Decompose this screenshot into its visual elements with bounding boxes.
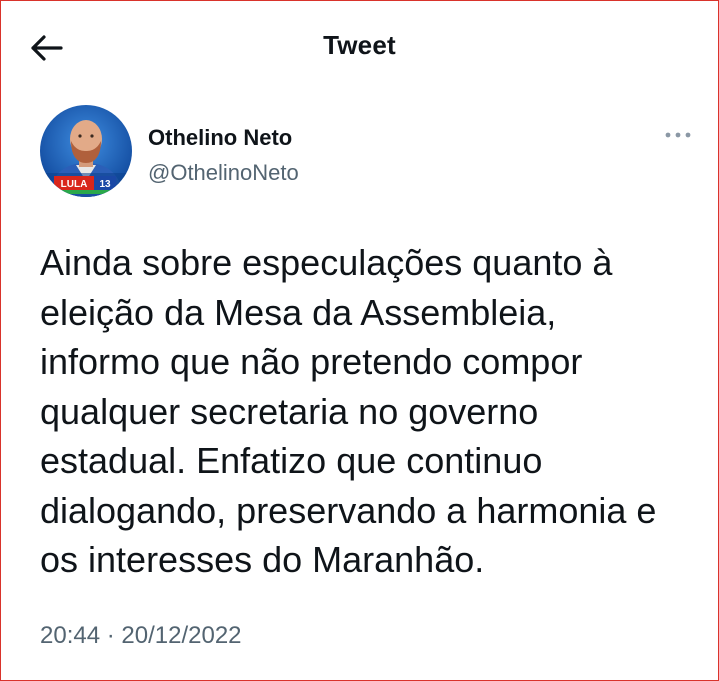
top-bar: Tweet [0, 0, 719, 92]
avatar-badge-number: 13 [99, 179, 111, 190]
tweet-text: Ainda sobre especulações quanto à eleiçã… [40, 242, 657, 580]
tweet-time: 20:44 [40, 622, 101, 649]
tweet-date: 20/12/2022 [121, 622, 242, 649]
avatar[interactable]: LULA 13 [40, 105, 132, 197]
avatar-image: LULA 13 [40, 105, 132, 197]
more-horizontal-icon [665, 132, 691, 138]
more-options-button[interactable] [660, 125, 696, 145]
author-display-name[interactable]: Othelino Neto [148, 125, 292, 151]
page-title: Tweet [323, 30, 396, 60]
tweet-timestamp[interactable]: 20:44 · 20/12/2022 [40, 622, 242, 650]
avatar-badge-text: LULA [61, 179, 88, 190]
author-handle[interactable]: @OthelinoNeto [148, 160, 299, 186]
meta-separator: · [106, 622, 115, 649]
tweet-author: LULA 13 Othelino Neto @OthelinoNeto [40, 105, 691, 200]
